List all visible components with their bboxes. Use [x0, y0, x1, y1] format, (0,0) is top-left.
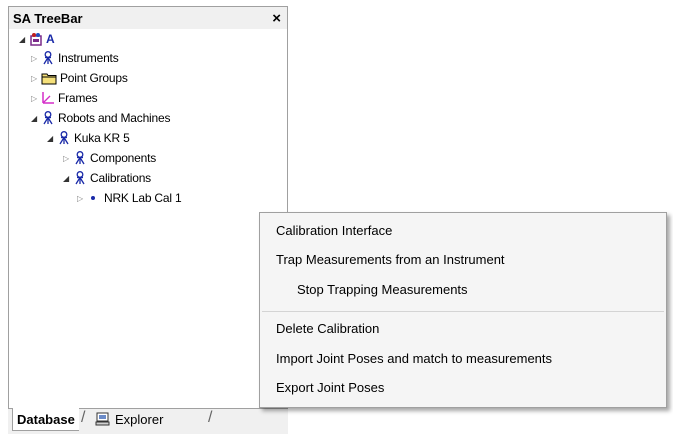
tree-item-nrk-lab-cal-1[interactable]: ▷ NRK Lab Cal 1 [75, 188, 182, 208]
menu-item-delete-calibration[interactable]: Delete Calibration [276, 316, 379, 340]
panel-title: SA TreeBar [13, 10, 83, 26]
collapse-icon[interactable]: ◢ [61, 174, 71, 183]
menu-item-label: Export Joint Poses [276, 379, 385, 395]
tree-label-point-groups: Point Groups [60, 71, 128, 85]
expand-icon[interactable]: ▷ [29, 94, 39, 103]
tree-label-root: A [46, 32, 55, 46]
collapse-icon[interactable]: ◢ [45, 134, 55, 143]
context-menu: Calibration Interface Trap Measurements … [259, 212, 667, 408]
menu-separator [262, 311, 664, 312]
menu-item-trap-measurements[interactable]: Trap Measurements from an Instrument [276, 247, 505, 271]
menu-item-calibration-interface[interactable]: Calibration Interface [276, 218, 392, 242]
expand-icon[interactable]: ▷ [61, 154, 71, 163]
tree-item-instruments[interactable]: ▷ Instruments [29, 48, 119, 68]
folder-icon [41, 71, 57, 85]
tree-label-instruments: Instruments [58, 51, 119, 65]
panel-titlebar: SA TreeBar × [9, 7, 287, 29]
instrument-tripod-icon [41, 51, 55, 65]
collapse-icon[interactable]: ◢ [17, 35, 27, 44]
tree-label-nrk-lab-cal-1: NRK Lab Cal 1 [104, 191, 182, 205]
menu-item-label: Trap Measurements from an Instrument [276, 251, 505, 267]
expand-icon[interactable]: ▷ [29, 54, 39, 63]
frame-axes-icon [41, 91, 55, 105]
expand-icon[interactable]: ▷ [75, 194, 85, 203]
tab-divider: / [81, 409, 86, 426]
tree-label-components: Components [90, 151, 157, 165]
menu-item-export-joint-poses[interactable]: Export Joint Poses [276, 375, 384, 399]
tab-database-label: Database [17, 411, 75, 427]
menu-item-stop-trapping[interactable]: Stop Trapping Measurements [297, 277, 468, 301]
tab-explorer[interactable]: Explorer [90, 408, 171, 430]
tree-label-robots: Robots and Machines [58, 111, 171, 125]
close-icon[interactable]: × [272, 11, 281, 26]
tree-item-calibrations[interactable]: ◢ Calibrations [61, 168, 151, 188]
instrument-tripod-icon [57, 131, 71, 145]
tab-divider: / [208, 409, 213, 426]
tree-item-frames[interactable]: ▷ Frames [29, 88, 98, 108]
menu-item-import-joint-poses[interactable]: Import Joint Poses and match to measurem… [276, 346, 552, 370]
tab-database[interactable]: Database [12, 408, 79, 431]
tree-item-robots[interactable]: ◢ Robots and Machines [29, 108, 170, 128]
bottom-tab-strip: Database / Explorer / [8, 408, 288, 434]
expand-icon[interactable]: ▷ [29, 74, 39, 83]
explorer-icon [94, 412, 112, 426]
tree-item-kuka[interactable]: ◢ Kuka KR 5 [45, 128, 130, 148]
assembly-icon [29, 32, 43, 46]
tree-item-root[interactable]: ◢ A [17, 29, 55, 49]
collapse-icon[interactable]: ◢ [29, 114, 39, 123]
menu-item-label: Delete Calibration [276, 320, 380, 336]
tree-item-point-groups[interactable]: ▷ Point Groups [29, 68, 128, 88]
tree-item-components[interactable]: ▷ Components [61, 148, 156, 168]
sa-treebar-panel: SA TreeBar × ◢ A ▷ Instruments ▷ Point G… [8, 6, 288, 431]
tab-explorer-label: Explorer [115, 411, 164, 427]
instrument-tripod-icon [41, 111, 55, 125]
bullet-icon [87, 191, 99, 205]
instrument-tripod-icon [73, 151, 87, 165]
tree-label-calibrations: Calibrations [90, 171, 151, 185]
menu-item-label: Calibration Interface [276, 222, 393, 238]
instrument-tripod-icon [73, 171, 87, 185]
tree-label-frames: Frames [58, 91, 98, 105]
tree-label-kuka: Kuka KR 5 [74, 131, 130, 145]
menu-item-label: Stop Trapping Measurements [297, 281, 468, 297]
menu-item-label: Import Joint Poses and match to measurem… [276, 350, 553, 366]
